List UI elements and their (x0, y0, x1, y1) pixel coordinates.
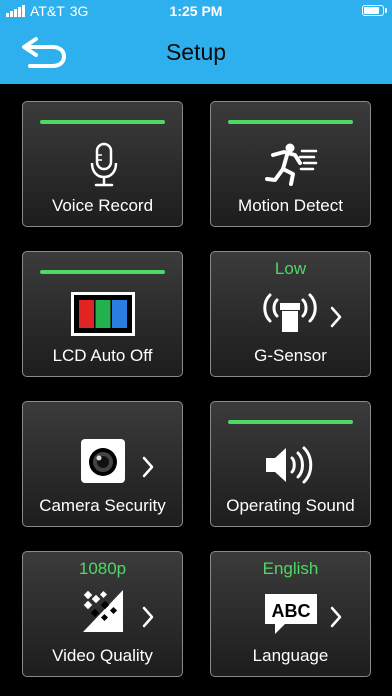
tile-label: Video Quality (52, 646, 153, 665)
nav-bar: Setup (0, 22, 392, 84)
camera-lens-icon (81, 439, 125, 483)
chevron-right-icon (142, 456, 154, 478)
tile-value: Low (274, 259, 307, 278)
tile-label: Voice Record (51, 196, 154, 215)
enabled-indicator (40, 120, 165, 124)
chevron-right-icon (330, 306, 342, 328)
speaker-icon (266, 446, 313, 484)
g-sensor-icon (263, 293, 317, 332)
tile-value: English (262, 559, 319, 578)
tile-label: Operating Sound (226, 496, 355, 515)
status-bar: AT&T 3G 1:25 PM (0, 0, 392, 22)
enabled-indicator (228, 420, 353, 424)
battery-icon (362, 5, 387, 16)
svg-text:ABC: ABC (272, 601, 311, 621)
chevron-right-icon (330, 606, 342, 628)
video-quality-tile[interactable]: 1080p Video Quality (22, 551, 183, 677)
tile-label: LCD Auto Off (52, 346, 153, 365)
page-title: Setup (165, 39, 227, 65)
enabled-indicator (228, 120, 353, 124)
video-quality-icon (83, 590, 123, 632)
abc-speech-icon: ABC (265, 594, 317, 634)
status-time: 1:25 PM (169, 3, 223, 19)
microphone-icon (90, 142, 118, 187)
lcd-color-bars-icon (71, 292, 135, 336)
camera-security-tile[interactable]: Camera Security (22, 401, 183, 527)
tile-label: Motion Detect (238, 196, 343, 215)
enabled-indicator (40, 270, 165, 274)
tile-value: 1080p (78, 559, 127, 578)
language-tile[interactable]: English ABC Language (210, 551, 371, 677)
motion-detect-tile[interactable]: Motion Detect (210, 101, 371, 227)
tile-label: Language (252, 646, 329, 665)
running-man-icon (265, 143, 318, 186)
operating-sound-tile[interactable]: Operating Sound (210, 401, 371, 527)
g-sensor-tile[interactable]: Low G-Sensor (210, 251, 371, 377)
tile-label: G-Sensor (254, 346, 327, 365)
tile-label: Camera Security (39, 496, 166, 515)
voice-record-tile[interactable]: Voice Record (22, 101, 183, 227)
lcd-auto-off-tile[interactable]: LCD Auto Off (22, 251, 183, 377)
chevron-right-icon (142, 606, 154, 628)
